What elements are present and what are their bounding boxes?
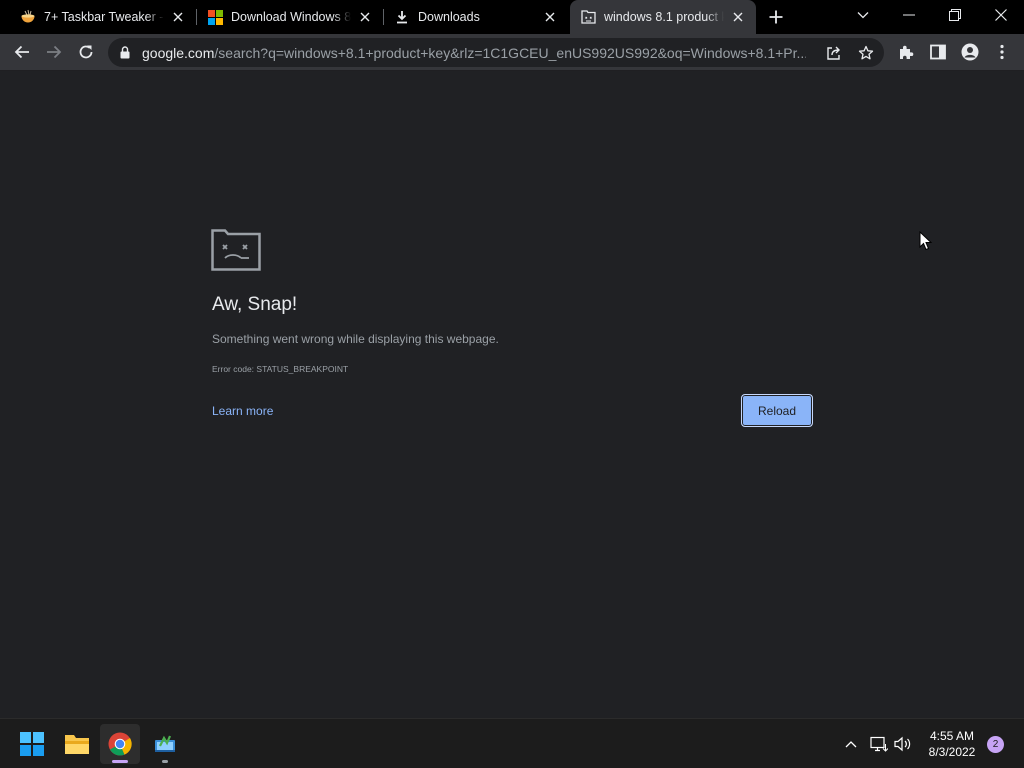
download-icon bbox=[394, 9, 410, 25]
back-button[interactable] bbox=[10, 40, 34, 64]
tab-downloads[interactable]: Downloads bbox=[384, 0, 568, 34]
taskbar-tweaker-icon bbox=[155, 735, 175, 752]
share-icon[interactable] bbox=[824, 43, 844, 63]
forward-button[interactable] bbox=[42, 40, 66, 64]
file-explorer-button[interactable] bbox=[57, 724, 97, 764]
puzzle-icon bbox=[900, 45, 914, 59]
chrome-button[interactable] bbox=[100, 724, 140, 764]
url-path: /search?q=windows+8.1+product+key&rlz=1C… bbox=[214, 44, 806, 61]
error-title: Aw, Snap! bbox=[212, 294, 298, 315]
sad-tab-icon bbox=[580, 9, 596, 25]
close-tab-icon[interactable] bbox=[730, 9, 746, 25]
minimize-icon bbox=[903, 14, 915, 16]
lock-icon[interactable] bbox=[118, 46, 132, 60]
show-hidden-icons-button[interactable] bbox=[841, 734, 861, 754]
avatar-icon bbox=[961, 43, 979, 61]
url-text[interactable]: google.com/search?q=windows+8.1+product+… bbox=[142, 45, 806, 61]
profile-button[interactable] bbox=[958, 40, 982, 64]
side-panel-button[interactable] bbox=[926, 40, 950, 64]
reload-button[interactable]: Reload bbox=[741, 394, 813, 427]
refresh-icon bbox=[79, 45, 93, 59]
start-icon bbox=[20, 732, 44, 756]
mouse-cursor-icon bbox=[919, 231, 933, 251]
plus-icon bbox=[769, 10, 783, 24]
close-window-button[interactable] bbox=[986, 2, 1016, 28]
menu-button[interactable] bbox=[990, 40, 1014, 64]
chevron-down-icon bbox=[857, 12, 869, 19]
restore-icon bbox=[949, 9, 961, 21]
system-clock[interactable]: 4:55 AM 8/3/2022 bbox=[918, 728, 986, 760]
error-page: Aw, Snap! Something went wrong while dis… bbox=[0, 71, 1024, 718]
kebab-menu-icon bbox=[1000, 44, 1004, 60]
chevron-up-icon bbox=[845, 741, 857, 748]
close-tab-icon[interactable] bbox=[357, 9, 373, 25]
tab-search-button[interactable] bbox=[848, 2, 878, 28]
taskbar: 4:55 AM 8/3/2022 2 bbox=[0, 718, 1024, 768]
speaker-icon bbox=[894, 736, 911, 752]
tab-title: windows 8.1 product key bbox=[604, 10, 724, 24]
tab-windows-product-key[interactable]: windows 8.1 product key bbox=[570, 0, 756, 34]
chrome-icon bbox=[108, 732, 132, 756]
sad-folder-icon bbox=[211, 229, 261, 271]
clock-time: 4:55 AM bbox=[929, 729, 975, 743]
extensions-button[interactable] bbox=[894, 40, 918, 64]
microsoft-logo-icon bbox=[207, 9, 223, 25]
arrow-right-icon bbox=[47, 45, 62, 59]
active-indicator bbox=[112, 760, 128, 763]
address-bar[interactable]: google.com/search?q=windows+8.1+product+… bbox=[108, 38, 884, 67]
url-host: google.com bbox=[142, 44, 215, 61]
volume-control[interactable] bbox=[893, 734, 913, 754]
ramen-bowl-icon bbox=[20, 9, 36, 25]
tab-title: 7+ Taskbar Tweaker - R bbox=[44, 10, 164, 24]
taskbar-tweaker-button[interactable] bbox=[145, 724, 185, 764]
browser-toolbar: google.com/search?q=windows+8.1+product+… bbox=[0, 34, 1024, 71]
reload-toolbar-button[interactable] bbox=[74, 40, 98, 64]
network-icon bbox=[870, 736, 888, 752]
file-explorer-icon bbox=[65, 735, 89, 754]
network-status[interactable] bbox=[869, 734, 889, 754]
error-code: Error code: STATUS_BREAKPOINT bbox=[212, 364, 349, 374]
tab-strip: 7+ Taskbar Tweaker - R Download Windows … bbox=[0, 0, 1024, 34]
arrow-left-icon bbox=[14, 45, 29, 59]
learn-more-link[interactable]: Learn more bbox=[212, 404, 273, 418]
restore-button[interactable] bbox=[940, 2, 970, 28]
bookmark-star-icon[interactable] bbox=[856, 43, 876, 63]
notification-badge[interactable]: 2 bbox=[987, 736, 1004, 753]
minimize-button[interactable] bbox=[894, 2, 924, 28]
running-indicator bbox=[162, 760, 168, 763]
close-tab-icon[interactable] bbox=[542, 9, 558, 25]
tab-title: Downloads bbox=[418, 10, 480, 24]
tab-download-windows[interactable]: Download Windows 8.1 bbox=[197, 0, 383, 34]
side-panel-icon bbox=[930, 44, 946, 60]
close-tab-icon[interactable] bbox=[170, 9, 186, 25]
new-tab-button[interactable] bbox=[766, 7, 786, 27]
close-icon bbox=[995, 9, 1007, 21]
clock-date: 8/3/2022 bbox=[928, 745, 976, 759]
error-description: Something went wrong while displaying th… bbox=[212, 332, 499, 346]
tab-title: Download Windows 8.1 bbox=[231, 10, 351, 24]
tab-taskbar-tweaker[interactable]: 7+ Taskbar Tweaker - R bbox=[0, 0, 196, 34]
start-button[interactable] bbox=[12, 724, 52, 764]
